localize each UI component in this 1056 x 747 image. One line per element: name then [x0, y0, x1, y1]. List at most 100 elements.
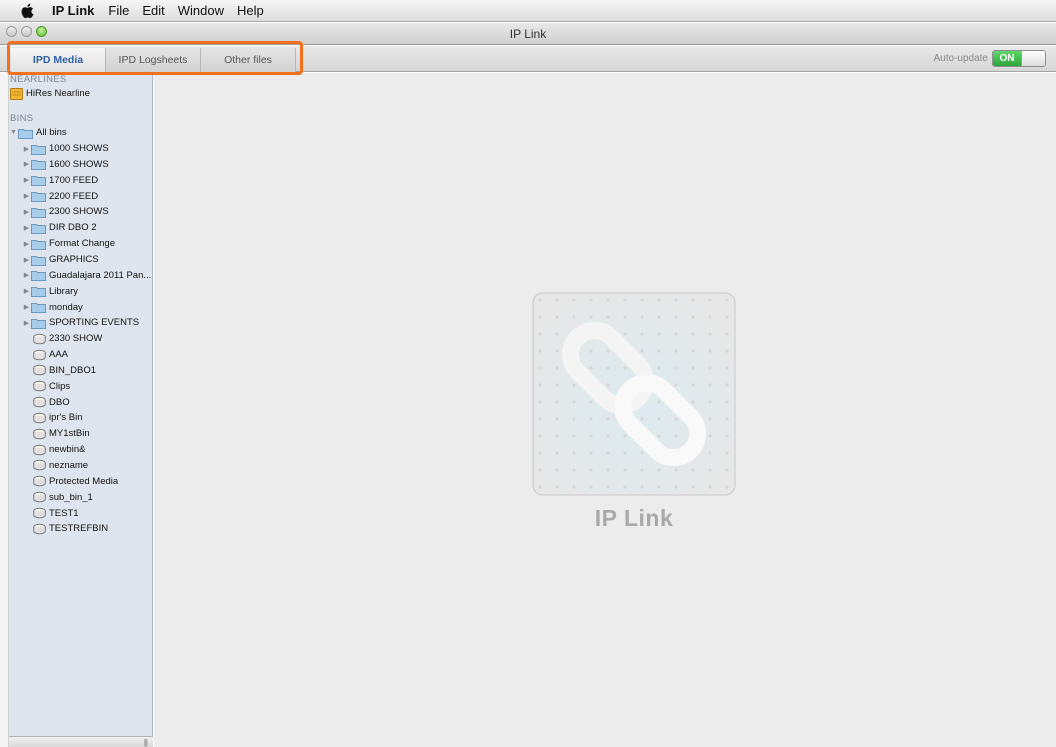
bin-icon — [33, 364, 46, 376]
sidebar-item-label: HiRes Nearline — [26, 88, 90, 100]
sidebar-folder-label: Format Change — [49, 238, 116, 250]
bin-icon — [33, 396, 46, 408]
folder-list: ▶ 1000 SHOWS ▶ 1600 SHOWS ▶ 1700 FEED ▶ 2200 FE… — [9, 141, 152, 331]
menu-window[interactable]: Window — [178, 3, 224, 18]
bin-icon — [33, 491, 46, 503]
apple-icon[interactable] — [20, 3, 34, 19]
disclosure-closed-icon[interactable]: ▶ — [22, 145, 31, 153]
sidebar-folder[interactable]: ▶ Library — [9, 283, 152, 299]
bins-header: BINS — [10, 112, 34, 124]
sidebar-bin[interactable]: 2330 SHOW — [9, 331, 152, 347]
sidebar-bin[interactable]: AAA — [9, 347, 152, 363]
main-content: IP Link — [154, 73, 1056, 747]
folder-icon — [31, 301, 46, 314]
menu-help[interactable]: Help — [237, 3, 264, 18]
disclosure-closed-icon[interactable]: ▶ — [22, 176, 31, 184]
menu-edit[interactable]: Edit — [142, 3, 164, 18]
auto-update-control: Auto-update ON — [934, 50, 1046, 67]
folder-icon — [31, 206, 46, 218]
sidebar-bin-label: DBO — [49, 396, 70, 408]
auto-update-toggle[interactable]: ON — [992, 50, 1046, 67]
sidebar-bin-label: 2330 SHOW — [49, 333, 103, 345]
disclosure-closed-icon[interactable]: ▶ — [22, 271, 31, 279]
nearline-icon — [10, 87, 23, 100]
sidebar-bin[interactable]: TESTREFBIN — [9, 521, 152, 537]
sidebar-bin-label: MY1stBin — [49, 428, 90, 440]
disclosure-closed-icon[interactable]: ▶ — [22, 303, 31, 311]
sidebar-bin[interactable]: DBO — [9, 394, 152, 410]
window-title-bar: IP Link — [0, 23, 1056, 45]
disclosure-closed-icon[interactable]: ▶ — [22, 240, 31, 248]
sidebar-folder-label: 1600 SHOWS — [49, 158, 109, 170]
sidebar-bin[interactable]: BIN_DBO1 — [9, 363, 152, 379]
bin-icon — [33, 507, 46, 519]
sidebar-bin[interactable]: ipr's Bin — [9, 410, 152, 426]
folder-icon — [31, 269, 46, 282]
sidebar-bin[interactable]: TEST1 — [9, 505, 152, 521]
sidebar-folder[interactable]: ▶ 2300 SHOWS — [9, 204, 152, 220]
disclosure-closed-icon[interactable]: ▶ — [22, 208, 31, 216]
sidebar-folder[interactable]: ▶ 1700 FEED — [9, 172, 152, 188]
sidebar-bin[interactable]: newbin& — [9, 442, 152, 458]
sidebar-folder-label: SPORTING EVENTS — [49, 317, 140, 329]
sidebar-folder[interactable]: ▶ GRAPHICS — [9, 252, 152, 268]
sidebar-bin[interactable]: Clips — [9, 378, 152, 394]
tab-ipd-media[interactable]: IPD Media — [11, 48, 106, 72]
bin-icon — [33, 523, 46, 535]
nearlines-header: NEARLINES — [10, 74, 67, 85]
sidebar-bin[interactable]: MY1stBin — [9, 426, 152, 442]
sidebar-folder[interactable]: ▶ SPORTING EVENTS — [9, 315, 152, 331]
sidebar-folder-label: monday — [49, 301, 83, 313]
sidebar-bin[interactable]: nezname — [9, 458, 152, 474]
chain-link-icon — [532, 292, 736, 496]
sidebar-folder[interactable]: ▶ monday — [9, 299, 152, 315]
disclosure-open-icon[interactable]: ▼ — [9, 129, 18, 136]
folder-icon — [31, 254, 46, 266]
sidebar-folder[interactable]: ▶ 2200 FEED — [9, 188, 152, 204]
sidebar-folder-label: 1700 FEED — [49, 174, 99, 186]
bin-icon — [33, 380, 46, 392]
bin-icon — [33, 428, 46, 440]
folder-icon — [31, 238, 46, 250]
bin-icon — [33, 412, 46, 424]
folder-icon — [31, 222, 46, 234]
bin-icon — [33, 333, 46, 345]
sidebar-bin-label: TEST1 — [49, 507, 79, 519]
sidebar-folder-label: Guadalajara 2011 Pan... — [49, 269, 152, 281]
bin-icon — [33, 349, 46, 361]
disclosure-closed-icon[interactable]: ▶ — [22, 224, 31, 232]
app-name-label: IP Link — [594, 505, 674, 531]
sidebar-folder[interactable]: ▶ DIR DBO 2 — [9, 220, 152, 236]
menu-app-name[interactable]: IP Link — [52, 3, 94, 18]
sidebar-folder[interactable]: ▶ Format Change — [9, 236, 152, 252]
folder-icon — [18, 127, 33, 139]
sidebar-bin-label: BIN_DBO1 — [49, 364, 96, 376]
sidebar-bin-label: Protected Media — [49, 475, 119, 487]
sidebar-folder[interactable]: ▶ 1000 SHOWS — [9, 141, 152, 157]
sidebar-item-label: All bins — [36, 127, 67, 139]
sidebar-item-all-bins[interactable]: ▼ All bins — [9, 125, 152, 141]
sidebar-bin[interactable]: sub_bin_1 — [9, 489, 152, 505]
sidebar-folder-label: DIR DBO 2 — [49, 222, 97, 234]
resize-grip-icon[interactable]: ||| — [144, 738, 148, 747]
sidebar-folder[interactable]: ▶ 1600 SHOWS — [9, 157, 152, 173]
disclosure-closed-icon[interactable]: ▶ — [22, 192, 31, 200]
sidebar-folder-label: GRAPHICS — [49, 254, 99, 266]
disclosure-closed-icon[interactable]: ▶ — [22, 319, 31, 327]
sidebar-folder[interactable]: ▶ Guadalajara 2011 Pan... — [9, 267, 152, 283]
disclosure-closed-icon[interactable]: ▶ — [22, 256, 31, 264]
sidebar-item-hires-nearline[interactable]: HiRes Nearline — [9, 86, 152, 102]
sidebar-folder-label: 2200 FEED — [49, 190, 99, 202]
window-left-edge — [0, 73, 9, 747]
sidebar-bin[interactable]: Protected Media — [9, 473, 152, 489]
folder-icon — [31, 285, 46, 298]
menu-file[interactable]: File — [108, 3, 129, 18]
sidebar-folder-label: 2300 SHOWS — [49, 206, 109, 218]
tab-other-files[interactable]: Other files — [201, 48, 296, 72]
tab-ipd-logsheets[interactable]: IPD Logsheets — [106, 48, 201, 72]
bin-icon — [33, 475, 46, 487]
disclosure-closed-icon[interactable]: ▶ — [22, 160, 31, 168]
disclosure-closed-icon[interactable]: ▶ — [22, 287, 31, 295]
sidebar-bin-label: newbin& — [49, 444, 86, 456]
sidebar-bin-label: sub_bin_1 — [49, 491, 93, 503]
